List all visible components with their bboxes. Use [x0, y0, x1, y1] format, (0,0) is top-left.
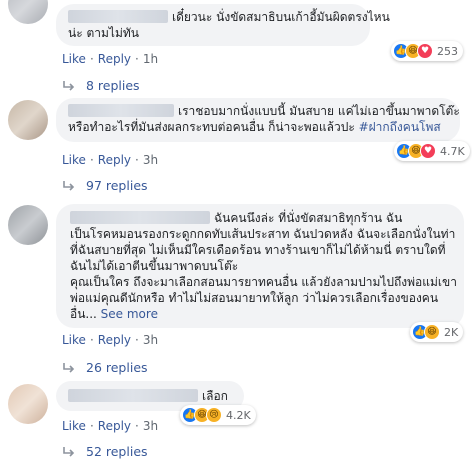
reply-arrow-icon — [63, 180, 75, 191]
comment-text: พ่อแม่คุณดีนักหรือ ทำไม่ไม่สอนมายาทให้ลู… — [70, 291, 439, 305]
avatar[interactable] — [8, 0, 48, 24]
love-reaction-icon: ♥ — [420, 143, 436, 159]
comment-actions: Like · Reply · 3h — [62, 153, 159, 167]
comment-actions: Like · Reply · 3h — [62, 419, 159, 433]
comment-text: เราชอบมากนั่งแบบนี้ มันสบาย แค่ไม่เอาขึ้… — [178, 104, 460, 118]
reply-button[interactable]: Reply — [98, 419, 131, 433]
reply-button[interactable]: Reply — [98, 153, 131, 167]
commenter-name[interactable] — [68, 104, 174, 117]
reaction-count: 253 — [437, 44, 458, 58]
avatar[interactable] — [8, 205, 48, 245]
love-reaction-icon: ♥ — [417, 43, 433, 59]
comment-text: คุณเป็นใคร ถึงจะมาเลือกสอนมารยาทคนอื่น แ… — [70, 275, 457, 289]
sad-reaction-icon: 😢 — [206, 407, 222, 423]
reply-button[interactable]: Reply — [98, 333, 131, 347]
hashtag-link[interactable]: #ฝากถึงคนโพส — [359, 120, 441, 134]
avatar[interactable] — [8, 100, 48, 140]
timestamp[interactable]: 1h — [143, 52, 158, 66]
comment-text: เลือก — [202, 389, 228, 403]
commenter-name[interactable] — [70, 211, 210, 224]
comment-actions: Like · Reply · 3h — [62, 333, 159, 347]
view-replies-link[interactable]: 26 replies — [62, 360, 148, 375]
timestamp[interactable]: 3h — [143, 419, 158, 433]
comment-bubble: ฉันคนนึงล่ะ ที่นั่งขัดสมาธิทุกร้าน ฉัน เ… — [56, 204, 464, 328]
replies-count: 26 replies — [86, 360, 148, 375]
comment-text: ที่ฉันสบายที่สุด ไม่เห็นมีใครเดือดร้อน ท… — [70, 243, 446, 257]
comment-bubble: เดี๋ยวนะ นั่งขัดสมาธิบนเก้าอี้มันผิดตรงไ… — [56, 4, 390, 46]
see-more-link[interactable]: See more — [101, 307, 158, 321]
comment-text: อื่น... — [70, 307, 101, 321]
reply-arrow-icon — [63, 80, 75, 91]
replies-count: 8 replies — [86, 78, 140, 93]
reaction-summary[interactable]: 👍 😆 ♥ 4.7K — [394, 141, 470, 161]
like-button[interactable]: Like — [62, 419, 86, 433]
comment-text: น่ะ ตามไม่ทัน — [68, 26, 139, 40]
reaction-count: 4.2K — [226, 408, 251, 422]
view-replies-link[interactable]: 52 replies — [62, 444, 148, 459]
comment-actions: Like · Reply · 1h — [62, 52, 159, 66]
reply-arrow-icon — [63, 446, 75, 457]
timestamp[interactable]: 3h — [143, 153, 158, 167]
reaction-summary[interactable]: 👍 😆 ♥ 253 — [391, 41, 463, 61]
replies-count: 97 replies — [86, 178, 148, 193]
reply-button[interactable]: Reply — [98, 52, 131, 66]
reaction-summary[interactable]: 👍 😆 😢 4.2K — [180, 405, 256, 425]
view-replies-link[interactable]: 8 replies — [62, 78, 140, 93]
comment-text: เป็นโรคหมอนรองกระดูกกดทับเส้นประสาท ฉันป… — [70, 227, 456, 241]
comment-text: ฉันคนนึงล่ะ ที่นั่งขัดสมาธิทุกร้าน ฉัน — [214, 211, 403, 225]
commenter-name[interactable] — [68, 10, 168, 23]
reaction-count: 2K — [444, 325, 459, 339]
haha-reaction-icon: 😆 — [424, 324, 440, 340]
avatar[interactable] — [8, 384, 48, 424]
reaction-count: 4.7K — [440, 144, 465, 158]
commenter-name[interactable] — [68, 389, 198, 402]
comment-bubble: เราชอบมากนั่งแบบนี้ มันสบาย แค่ไม่เอาขึ้… — [56, 98, 460, 142]
reply-arrow-icon — [63, 362, 75, 373]
like-button[interactable]: Like — [62, 153, 86, 167]
reaction-summary[interactable]: 👍 😆 2K — [410, 322, 464, 342]
comment-text: ฉันไม่ได้เอาตีนขึ้นมาพาดบนโต๊ะ — [70, 259, 239, 273]
like-button[interactable]: Like — [62, 52, 86, 66]
view-replies-link[interactable]: 97 replies — [62, 178, 148, 193]
timestamp[interactable]: 3h — [143, 333, 158, 347]
replies-count: 52 replies — [86, 444, 148, 459]
comment-text: หรือทำอะไรที่มันส่งผลกระทบต่อคนอื่น ก็น่… — [68, 120, 359, 134]
like-button[interactable]: Like — [62, 333, 86, 347]
comment-text: เดี๋ยวนะ นั่งขัดสมาธิบนเก้าอี้มันผิดตรงไ… — [172, 10, 390, 24]
